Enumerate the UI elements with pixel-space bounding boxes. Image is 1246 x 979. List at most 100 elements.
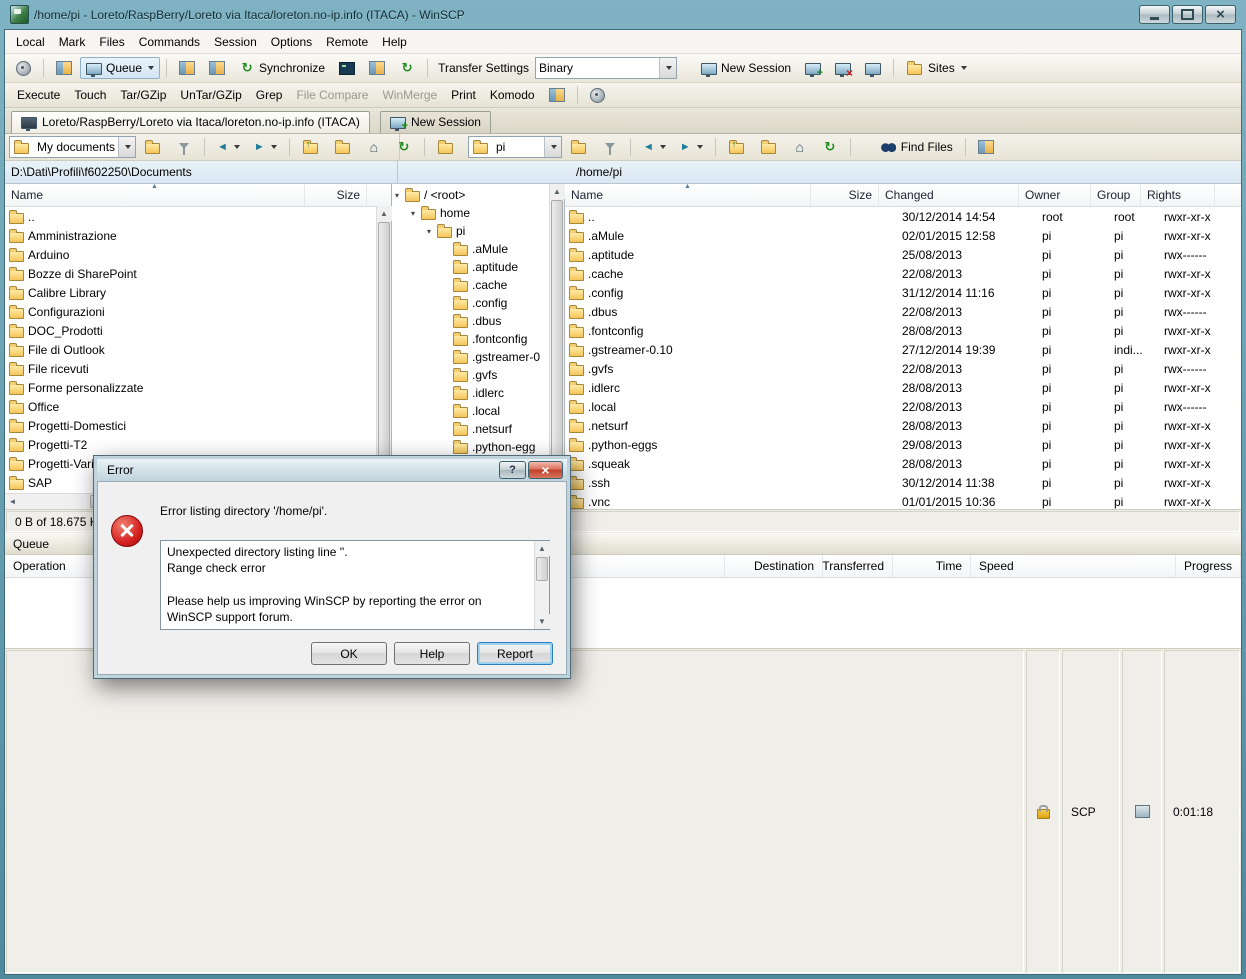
local-path-bar[interactable]: D:\Dati\Profili\f602250\Documents bbox=[5, 161, 398, 183]
file-row[interactable]: .squeak 28/08/2013 pi pi rwxr-xr-x bbox=[565, 454, 1241, 473]
remote-forward-button[interactable] bbox=[674, 138, 709, 156]
queue-column-header[interactable]: Transferred bbox=[823, 555, 893, 577]
remote-dir-combobox[interactable]: pi bbox=[468, 136, 562, 158]
notes-section[interactable] bbox=[1122, 650, 1162, 973]
file-row[interactable]: Arduino bbox=[5, 245, 391, 264]
file-row[interactable]: Progetti-Domestici bbox=[5, 416, 391, 435]
session-tab-new[interactable]: New Session bbox=[380, 111, 491, 133]
tree-node[interactable]: .dbus bbox=[392, 312, 564, 330]
file-row[interactable]: .netsurf 28/08/2013 pi pi rwxr-xr-x bbox=[565, 416, 1241, 435]
remote-back-button[interactable] bbox=[637, 138, 672, 156]
help-button[interactable]: Help bbox=[394, 642, 470, 665]
ok-button[interactable]: OK bbox=[311, 642, 387, 665]
file-row[interactable]: .gvfs 22/08/2013 pi pi rwx------ bbox=[565, 359, 1241, 378]
local-vertical-scrollbar[interactable] bbox=[376, 206, 391, 494]
file-row[interactable]: Calibre Library bbox=[5, 283, 391, 302]
queue-column-header[interactable]: Progress bbox=[1176, 555, 1241, 577]
remote-column-name[interactable]: Name bbox=[565, 184, 811, 206]
scrollbar-thumb[interactable] bbox=[378, 222, 390, 478]
command-button[interactable]: Touch bbox=[68, 85, 112, 105]
file-row[interactable]: Configurazioni bbox=[5, 302, 391, 321]
file-row[interactable]: .gstreamer-0.10 27/12/2014 19:39 pi indi… bbox=[565, 340, 1241, 359]
file-row[interactable]: .idlerc 28/08/2013 pi pi rwxr-xr-x bbox=[565, 378, 1241, 397]
scrollbar-thumb[interactable] bbox=[536, 557, 548, 581]
dialog-help-button[interactable] bbox=[499, 461, 526, 479]
synchronize-button[interactable]: Synchronize bbox=[233, 57, 331, 79]
menu-item[interactable]: Remote bbox=[319, 33, 375, 51]
scroll-up-button[interactable] bbox=[535, 541, 550, 556]
details-scrollbar[interactable] bbox=[534, 541, 549, 629]
preferences-button[interactable] bbox=[9, 57, 37, 79]
tree-node[interactable]: .idlerc bbox=[392, 384, 564, 402]
tree-node[interactable]: .aptitude bbox=[392, 258, 564, 276]
command-button[interactable]: Execute bbox=[11, 85, 66, 105]
menu-item[interactable]: Session bbox=[207, 33, 264, 51]
scroll-left-button[interactable] bbox=[5, 494, 20, 509]
scroll-down-button[interactable] bbox=[535, 614, 550, 629]
local-root-dir-button[interactable] bbox=[328, 136, 358, 158]
file-row[interactable]: .local 22/08/2013 pi pi rwx------ bbox=[565, 397, 1241, 416]
close-session-button[interactable] bbox=[829, 57, 857, 79]
local-drive-combobox[interactable]: My documents bbox=[9, 136, 136, 158]
menu-item[interactable]: Local bbox=[9, 33, 52, 51]
local-back-button[interactable] bbox=[211, 138, 246, 156]
komodo-edit-button[interactable] bbox=[543, 84, 571, 106]
file-row[interactable]: File di Outlook bbox=[5, 340, 391, 359]
sites-button[interactable]: Sites bbox=[900, 57, 973, 79]
dock-button[interactable] bbox=[50, 57, 78, 79]
file-row[interactable]: Progetti-T2 bbox=[5, 435, 391, 454]
find-files-button[interactable]: Find Files bbox=[875, 136, 959, 158]
explore-button[interactable] bbox=[363, 57, 391, 79]
compare-directories-button[interactable] bbox=[173, 57, 201, 79]
combo-dropdown-button[interactable] bbox=[544, 137, 561, 157]
menu-item[interactable]: Options bbox=[264, 33, 319, 51]
command-button[interactable]: UnTar/GZip bbox=[174, 85, 247, 105]
encryption-status-section[interactable] bbox=[1026, 650, 1060, 973]
file-row[interactable]: .fontconfig 28/08/2013 pi pi rwxr-xr-x bbox=[565, 321, 1241, 340]
tree-node[interactable]: .gvfs bbox=[392, 366, 564, 384]
report-button[interactable]: Report bbox=[477, 642, 553, 665]
file-row[interactable]: .aMule 02/01/2015 12:58 pi pi rwxr-xr-x bbox=[565, 226, 1241, 245]
remote-column-owner[interactable]: Owner bbox=[1019, 184, 1091, 206]
transfer-mode-combobox[interactable]: Binary bbox=[535, 57, 677, 79]
title-bar[interactable]: /home/pi - Loreto/RaspBerry/Loreto via I… bbox=[4, 0, 1242, 29]
file-row[interactable]: .vnc 01/01/2015 10:36 pi pi rwxr-xr-x bbox=[565, 492, 1241, 509]
command-button[interactable]: Tar/GZip bbox=[114, 85, 172, 105]
minimize-button[interactable] bbox=[1139, 5, 1170, 24]
combo-dropdown-button[interactable] bbox=[659, 58, 676, 78]
file-row[interactable]: Forme personalizzate bbox=[5, 378, 391, 397]
file-row[interactable]: Bozze di SharePoint bbox=[5, 264, 391, 283]
menu-item[interactable]: Files bbox=[92, 33, 131, 51]
file-row[interactable]: .. 30/12/2014 14:54 root root rwxr-xr-x bbox=[565, 207, 1241, 226]
close-button[interactable] bbox=[1205, 5, 1236, 24]
remote-refresh-button[interactable] bbox=[816, 136, 844, 158]
file-row[interactable]: .cache 22/08/2013 pi pi rwxr-xr-x bbox=[565, 264, 1241, 283]
file-row[interactable]: .ssh 30/12/2014 11:38 pi pi rwxr-xr-x bbox=[565, 473, 1241, 492]
customize-commands-button[interactable] bbox=[584, 84, 612, 106]
tree-node[interactable]: .python-egg bbox=[392, 438, 564, 456]
tree-node[interactable]: .fontconfig bbox=[392, 330, 564, 348]
remote-column-rights[interactable]: Rights bbox=[1141, 184, 1215, 206]
remote-column-size[interactable]: Size bbox=[811, 184, 879, 206]
remote-parent-dir-button[interactable]: ↑ bbox=[722, 136, 752, 158]
queue-toggle-button[interactable]: Queue bbox=[80, 57, 160, 79]
tree-node[interactable]: .local bbox=[392, 402, 564, 420]
remote-filter-button[interactable] bbox=[596, 136, 624, 158]
session-tab-active[interactable]: Loreto/RaspBerry/Loreto via Itaca/loreto… bbox=[11, 111, 370, 133]
expand-toggle-icon[interactable] bbox=[395, 191, 404, 200]
menu-item[interactable]: Commands bbox=[132, 33, 207, 51]
file-row[interactable]: File ricevuti bbox=[5, 359, 391, 378]
remote-column-changed[interactable]: Changed bbox=[879, 184, 1019, 206]
queue-column-header[interactable]: Destination bbox=[725, 555, 823, 577]
file-row[interactable]: Office bbox=[5, 397, 391, 416]
command-button[interactable]: Grep bbox=[250, 85, 289, 105]
file-row[interactable]: Amministrazione bbox=[5, 226, 391, 245]
tree-node[interactable]: .config bbox=[392, 294, 564, 312]
synchronize-browsing-button[interactable] bbox=[203, 57, 231, 79]
dialog-close-button[interactable] bbox=[528, 461, 563, 479]
tree-node[interactable]: .netsurf bbox=[392, 420, 564, 438]
file-row[interactable]: .dbus 22/08/2013 pi pi rwx------ bbox=[565, 302, 1241, 321]
protocol-section[interactable]: SCP bbox=[1062, 650, 1120, 973]
menu-item[interactable]: Help bbox=[375, 33, 414, 51]
combo-dropdown-button[interactable] bbox=[118, 137, 135, 157]
